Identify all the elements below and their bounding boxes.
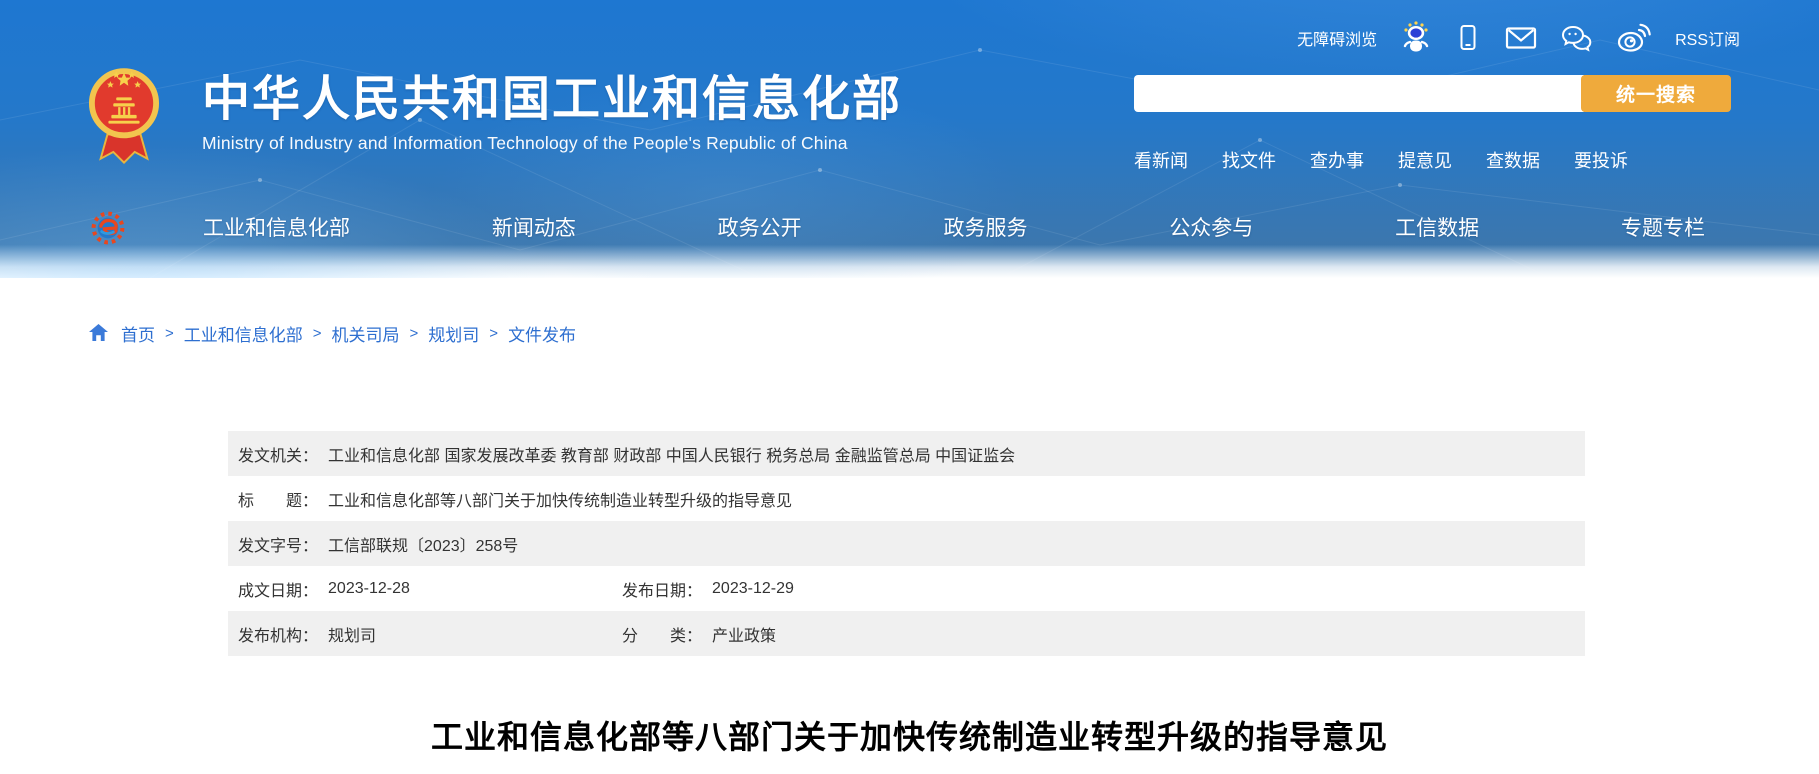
breadcrumb-separator: > — [489, 325, 498, 342]
breadcrumb-departments[interactable]: 机关司局 — [332, 321, 400, 346]
wechat-icon[interactable] — [1561, 24, 1593, 52]
meta-value: 产业政策 — [712, 622, 776, 646]
breadcrumb: 首页 > 工业和信息化部 > 机关司局 > 规划司 > 文件发布 — [88, 320, 576, 346]
nav-item-news[interactable]: 新闻动态 — [492, 212, 576, 242]
meta-value: 工业和信息化部等八部门关于加快传统制造业转型升级的指导意见 — [328, 487, 792, 511]
nav-item-miit[interactable]: 工业和信息化部 — [203, 212, 350, 242]
meta-value: 2023-12-28 — [328, 580, 410, 598]
robot-mascot-icon[interactable] — [1401, 21, 1431, 55]
meta-row-document-number: 发文字号： 工信部联规〔2023〕258号 — [228, 521, 1585, 566]
site-title: 中华人民共和国工业和信息化部 — [202, 72, 902, 127]
meta-value: 2023-12-29 — [712, 580, 794, 598]
breadcrumb-miit[interactable]: 工业和信息化部 — [184, 321, 303, 346]
miit-gear-logo-icon — [90, 206, 126, 250]
accessibility-link[interactable]: 无障碍浏览 — [1297, 26, 1377, 50]
breadcrumb-planning-dept[interactable]: 规划司 — [428, 321, 479, 346]
breadcrumb-home[interactable]: 首页 — [121, 321, 155, 346]
utility-bar: 无障碍浏览 — [1297, 20, 1740, 56]
breadcrumb-separator: > — [410, 325, 419, 342]
quick-link-data[interactable]: 查数据 — [1486, 147, 1540, 173]
quick-link-feedback[interactable]: 提意见 — [1398, 147, 1452, 173]
search-bar: 统一搜索 — [1134, 75, 1731, 112]
meta-label: 成文日期： — [238, 577, 318, 601]
nav-item-data[interactable]: 工信数据 — [1395, 212, 1479, 242]
meta-label: 发布日期： — [622, 577, 702, 601]
meta-row-title: 标 题： 工业和信息化部等八部门关于加快传统制造业转型升级的指导意见 — [228, 476, 1585, 521]
meta-label: 发布机构： — [238, 622, 318, 646]
meta-label: 分 类： — [622, 622, 702, 646]
meta-value: 工业和信息化部 国家发展改革委 教育部 财政部 中国人民银行 税务总局 金融监管… — [328, 442, 1015, 466]
mail-icon[interactable] — [1505, 25, 1537, 51]
quick-link-services[interactable]: 查办事 — [1310, 147, 1364, 173]
meta-row-dates: 成文日期： 2023-12-28 发布日期： 2023-12-29 — [228, 566, 1585, 611]
nav-items: 工业和信息化部 新闻动态 政务公开 政务服务 公众参与 工信数据 专题专栏 — [203, 212, 1705, 242]
document-meta-table: 发文机关： 工业和信息化部 国家发展改革委 教育部 财政部 中国人民银行 税务总… — [228, 431, 1585, 656]
quick-link-documents[interactable]: 找文件 — [1222, 147, 1276, 173]
weibo-icon[interactable] — [1617, 23, 1651, 53]
nav-item-gov-info[interactable]: 政务公开 — [718, 212, 802, 242]
article-title: 工业和信息化部等八部门关于加快传统制造业转型升级的指导意见 — [0, 712, 1819, 758]
site-header: 无障碍浏览 — [0, 0, 1819, 278]
site-subtitle: Ministry of Industry and Information Tec… — [202, 133, 902, 154]
mobile-icon[interactable] — [1455, 24, 1481, 52]
home-icon[interactable] — [88, 323, 109, 343]
meta-label: 发文字号： — [238, 532, 318, 556]
rss-link[interactable]: RSS订阅 — [1675, 26, 1740, 50]
brand-logo[interactable]: 中华人民共和国工业和信息化部 Ministry of Industry and … — [88, 60, 902, 164]
main-nav: 工业和信息化部 新闻动态 政务公开 政务服务 公众参与 工信数据 专题专栏 — [90, 203, 1730, 251]
breadcrumb-document-release[interactable]: 文件发布 — [508, 321, 576, 346]
meta-row-issuing-agencies: 发文机关： 工业和信息化部 国家发展改革委 教育部 财政部 中国人民银行 税务总… — [228, 431, 1585, 476]
nav-item-participation[interactable]: 公众参与 — [1169, 212, 1253, 242]
nav-item-gov-services[interactable]: 政务服务 — [943, 212, 1027, 242]
quick-links: 看新闻 找文件 查办事 提意见 查数据 要投诉 — [1134, 147, 1628, 173]
nav-item-special-topics[interactable]: 专题专栏 — [1621, 212, 1705, 242]
meta-row-publisher-category: 发布机构： 规划司 分 类： 产业政策 — [228, 611, 1585, 656]
search-input[interactable] — [1134, 75, 1584, 112]
breadcrumb-separator: > — [165, 325, 174, 342]
search-button[interactable]: 统一搜索 — [1581, 75, 1731, 112]
meta-label: 发文机关： — [238, 442, 318, 466]
breadcrumb-separator: > — [313, 325, 322, 342]
meta-value: 规划司 — [328, 622, 376, 646]
meta-value: 工信部联规〔2023〕258号 — [328, 532, 518, 556]
quick-link-complaint[interactable]: 要投诉 — [1574, 147, 1628, 173]
meta-label: 标 题： — [238, 487, 318, 511]
national-emblem-icon — [88, 60, 160, 164]
quick-link-news[interactable]: 看新闻 — [1134, 147, 1188, 173]
